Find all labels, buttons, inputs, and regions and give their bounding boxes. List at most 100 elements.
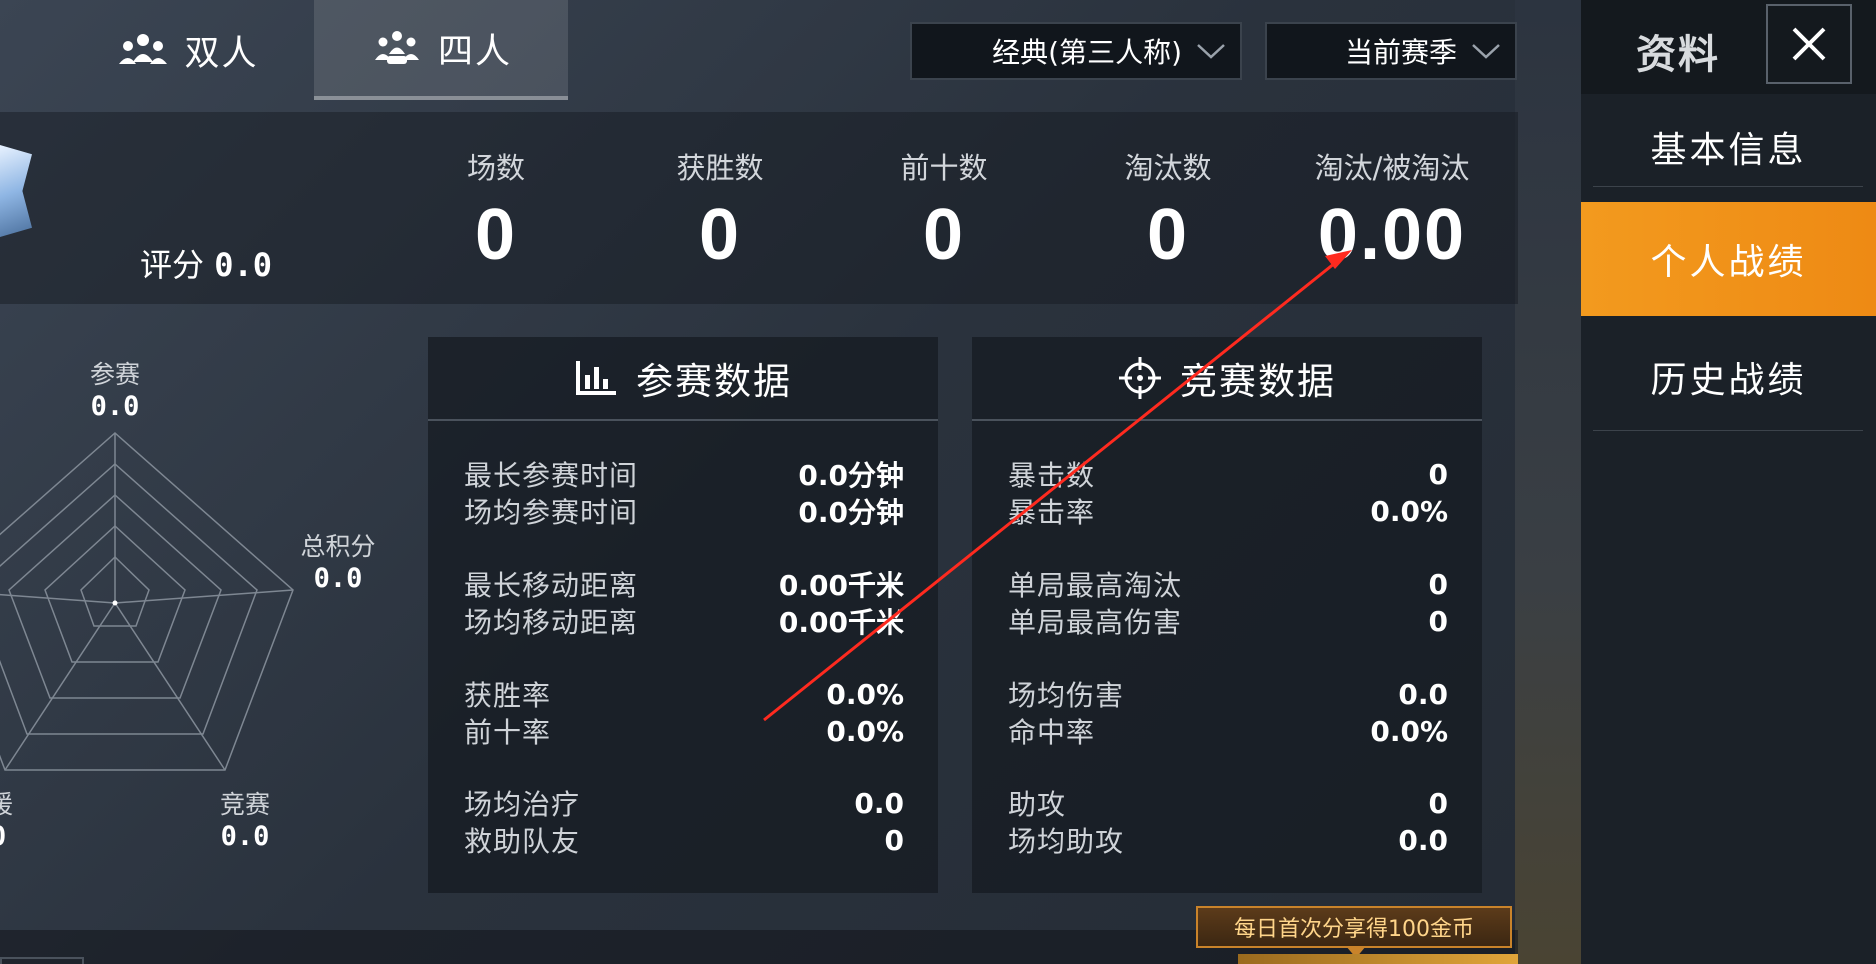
tab-squad[interactable]: 四人	[314, 0, 568, 100]
competition-panel: 竞赛数据 暴击数 0 暴击率 0.0% 单局最高淘汰 0 单局最高伤害 0 场均伤害 0.…	[972, 337, 1482, 893]
rating-label: 评分	[140, 246, 205, 284]
stat-kills: 淘汰数 0	[1058, 145, 1278, 271]
season-dropdown-value: 当前赛季	[1344, 36, 1457, 69]
stat-matches: 场数 0	[386, 145, 606, 271]
stat-label: 淘汰数	[1124, 151, 1212, 185]
bar-chart-icon	[576, 361, 616, 395]
side-item-personal-record[interactable]: 个人战绩	[1581, 202, 1876, 316]
stat-value: 0	[698, 195, 742, 275]
stat-label: 淘汰/被淘汰	[1314, 151, 1470, 185]
crosshair-icon	[1119, 357, 1161, 399]
stat-value: 0	[474, 195, 518, 275]
stat-row: 场均治疗 0.0	[464, 784, 904, 822]
stat-row: 单局最高淘汰 0	[1008, 565, 1448, 603]
side-panel-title: 资料	[1636, 32, 1720, 78]
stat-row-label: 获胜率	[464, 679, 552, 712]
stat-row-label: 单局最高伤害	[1008, 606, 1183, 639]
stat-row-label: 命中率	[1008, 716, 1096, 749]
stat-row-value: 0.0分钟	[798, 496, 904, 529]
stat-row-value: 0.0	[1398, 823, 1448, 857]
stat-row-label: 暴击率	[1008, 496, 1096, 529]
stat-row-value: 0.0	[1398, 677, 1448, 711]
stat-row: 命中率 0.0%	[1008, 712, 1448, 750]
stat-kd: 淘汰/被淘汰 0.00	[1282, 145, 1502, 271]
stat-row-label: 救助队友	[464, 825, 581, 858]
side-item-history[interactable]: 历史战绩	[1581, 320, 1876, 434]
radar-label: 援	[0, 790, 14, 819]
radar-label: 总积分	[300, 532, 376, 561]
share-reward-text: 每日首次分享得100金币	[1234, 917, 1474, 942]
stat-row-value: 0	[1428, 604, 1448, 638]
stat-row: 获胜率 0.0%	[464, 675, 904, 713]
panel-title: 参赛数据	[636, 360, 792, 403]
stat-row: 单局最高伤害 0	[1008, 602, 1448, 640]
stat-row: 救助队友 0	[464, 821, 904, 859]
stat-row: 最长移动距离 0.00千米	[464, 565, 904, 603]
season-dropdown[interactable]: 当前赛季	[1265, 22, 1517, 80]
stat-row: 助攻 0	[1008, 784, 1448, 822]
stat-value: 0.00	[1317, 195, 1467, 275]
stat-value: 0	[922, 195, 966, 275]
stat-row-value: 0	[1428, 457, 1448, 491]
squad-team-icon	[374, 31, 419, 64]
stat-row: 暴击数 0	[1008, 455, 1448, 493]
radar-value: 0.0	[313, 563, 363, 594]
stat-top10: 前十数 0	[834, 145, 1054, 271]
stat-row-value: 0	[1428, 786, 1448, 820]
tab-label: 双人	[184, 33, 259, 74]
stat-row: 场均移动距离 0.00千米	[464, 602, 904, 640]
stat-row: 场均伤害 0.0	[1008, 675, 1448, 713]
radar-value: 0.0	[220, 821, 270, 852]
stat-row: 最长参赛时间 0.0分钟	[464, 455, 904, 493]
side-panel-header: 资料	[1581, 0, 1876, 94]
footer-button[interactable]	[0, 957, 84, 964]
share-button[interactable]	[1238, 954, 1518, 964]
radar-label: 竞赛	[219, 790, 270, 819]
stat-row-value: 0.0分钟	[798, 459, 904, 492]
divider	[972, 419, 1482, 421]
stat-label: 场数	[466, 151, 525, 185]
tab-duo[interactable]: 双人	[60, 0, 315, 100]
radar-value: 0.0	[90, 391, 140, 422]
radar-label: 参赛	[89, 360, 140, 389]
mode-tabs: 双人 四人	[0, 0, 570, 100]
stat-row-value: 0.00千米	[778, 569, 904, 602]
ability-radar: 参赛 0.0 总积分 0.0 竞赛 0.0 援 0	[0, 345, 420, 905]
chevron-down-icon	[1197, 44, 1225, 59]
mode-dropdown-value: 经典(第三人称)	[992, 36, 1182, 69]
stat-row-value: 0.0%	[1370, 714, 1448, 748]
radar-value: 0	[0, 821, 6, 852]
stat-row-value: 0	[1428, 567, 1448, 601]
stat-label: 获胜数	[676, 151, 764, 185]
stat-row: 场均参赛时间 0.0分钟	[464, 492, 904, 530]
divider	[1593, 430, 1863, 431]
stat-wins: 获胜数 0	[610, 145, 830, 271]
stat-row-label: 前十率	[464, 716, 552, 749]
stat-row-value: 0.0%	[826, 714, 904, 748]
stat-row-label: 最长移动距离	[464, 569, 639, 602]
divider	[1593, 186, 1863, 187]
side-item-label: 基本信息	[1650, 130, 1807, 171]
duo-team-icon	[119, 34, 168, 64]
stat-row-label: 场均助攻	[1008, 825, 1125, 858]
stat-row: 前十率 0.0%	[464, 712, 904, 750]
side-item-label: 个人战绩	[1650, 242, 1807, 283]
stat-row-value: 0.0%	[1370, 494, 1448, 528]
stat-row: 暴击率 0.0%	[1008, 492, 1448, 530]
stat-row-label: 最长参赛时间	[464, 459, 639, 492]
stat-row-value: 0.0%	[826, 677, 904, 711]
rating-value: 0.0	[214, 246, 272, 284]
panel-header: 竞赛数据	[972, 337, 1482, 419]
participation-panel: 参赛数据 最长参赛时间 0.0分钟 场均参赛时间 0.0分钟 最长移动距离 0.00千…	[428, 337, 938, 893]
chevron-down-icon	[1472, 44, 1500, 59]
divider	[428, 419, 938, 421]
profile-side-panel: 资料 基本信息 个人战绩 历史战绩	[1581, 0, 1876, 964]
stat-row-value: 0	[884, 823, 904, 857]
stat-row-label: 助攻	[1008, 788, 1067, 821]
panel-header: 参赛数据	[428, 337, 938, 419]
stat-row-value: 0.00千米	[778, 606, 904, 639]
stat-row: 场均助攻 0.0	[1008, 821, 1448, 859]
side-item-label: 历史战绩	[1650, 360, 1807, 401]
mode-dropdown[interactable]: 经典(第三人称)	[910, 22, 1242, 80]
close-button[interactable]	[1766, 4, 1852, 84]
